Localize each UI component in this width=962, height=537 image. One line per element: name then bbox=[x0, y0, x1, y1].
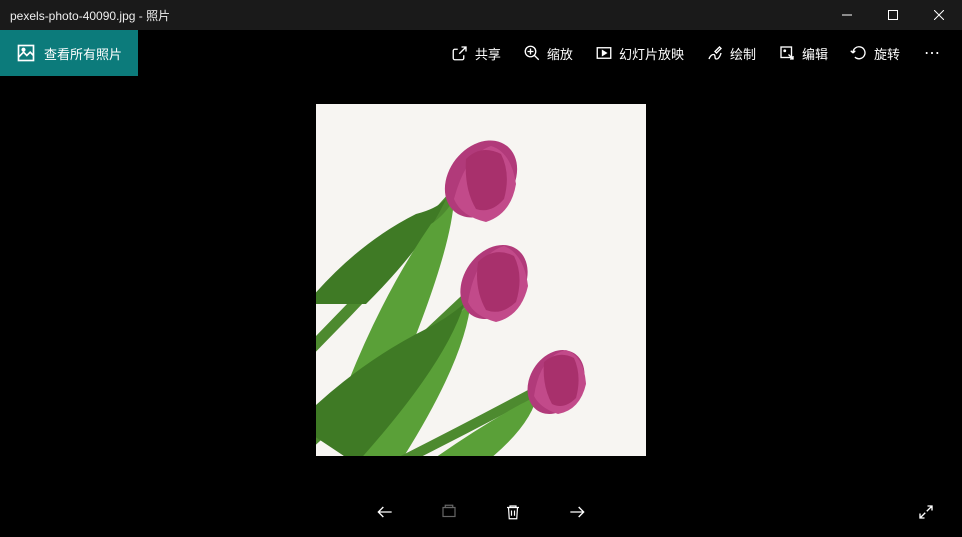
draw-button[interactable]: 绘制 bbox=[696, 36, 766, 71]
photo-icon bbox=[16, 43, 36, 63]
share-label: 共享 bbox=[475, 44, 501, 63]
edit-icon bbox=[778, 44, 796, 62]
fullscreen-button[interactable] bbox=[908, 494, 944, 530]
photo-image bbox=[316, 104, 646, 456]
draw-label: 绘制 bbox=[730, 44, 756, 63]
window-controls bbox=[824, 0, 962, 30]
more-button[interactable]: ⋯ bbox=[912, 35, 954, 71]
rotate-label: 旋转 bbox=[874, 44, 900, 63]
share-button[interactable]: 共享 bbox=[441, 36, 511, 71]
titlebar: pexels-photo-40090.jpg - 照片 bbox=[0, 0, 962, 30]
zoom-label: 缩放 bbox=[547, 44, 573, 63]
more-icon: ⋯ bbox=[924, 43, 942, 63]
slideshow-label: 幻灯片放映 bbox=[619, 44, 684, 63]
zoom-icon bbox=[523, 44, 541, 62]
trash-icon bbox=[504, 503, 522, 521]
next-button[interactable] bbox=[557, 492, 597, 532]
fullscreen-icon bbox=[917, 503, 935, 521]
rotate-button[interactable]: 旋转 bbox=[840, 36, 910, 71]
view-all-label: 查看所有照片 bbox=[44, 44, 122, 63]
slideshow-button[interactable]: 幻灯片放映 bbox=[585, 36, 694, 71]
arrow-right-icon bbox=[567, 502, 587, 522]
photo-canvas[interactable] bbox=[0, 76, 962, 487]
bottombar bbox=[0, 487, 962, 537]
collection-icon bbox=[440, 503, 458, 521]
edit-button[interactable]: 编辑 bbox=[768, 36, 838, 71]
slideshow-icon bbox=[595, 44, 613, 62]
delete-button[interactable] bbox=[493, 492, 533, 532]
share-icon bbox=[451, 44, 469, 62]
edit-label: 编辑 bbox=[802, 44, 828, 63]
minimize-button[interactable] bbox=[824, 0, 870, 30]
arrow-left-icon bbox=[375, 502, 395, 522]
minimize-icon bbox=[842, 10, 852, 20]
view-all-photos-button[interactable]: 查看所有照片 bbox=[0, 30, 138, 76]
draw-icon bbox=[706, 44, 724, 62]
toolbar: 查看所有照片 共享 缩放 幻灯片放映 绘制 编辑 旋转 ⋯ bbox=[0, 30, 962, 76]
window-title: pexels-photo-40090.jpg - 照片 bbox=[10, 7, 170, 24]
maximize-icon bbox=[888, 10, 898, 20]
rotate-icon bbox=[850, 44, 868, 62]
add-to-collection-button[interactable] bbox=[429, 492, 469, 532]
close-button[interactable] bbox=[916, 0, 962, 30]
toolbar-actions: 共享 缩放 幻灯片放映 绘制 编辑 旋转 ⋯ bbox=[441, 35, 954, 71]
zoom-button[interactable]: 缩放 bbox=[513, 36, 583, 71]
maximize-button[interactable] bbox=[870, 0, 916, 30]
previous-button[interactable] bbox=[365, 492, 405, 532]
close-icon bbox=[934, 10, 944, 20]
